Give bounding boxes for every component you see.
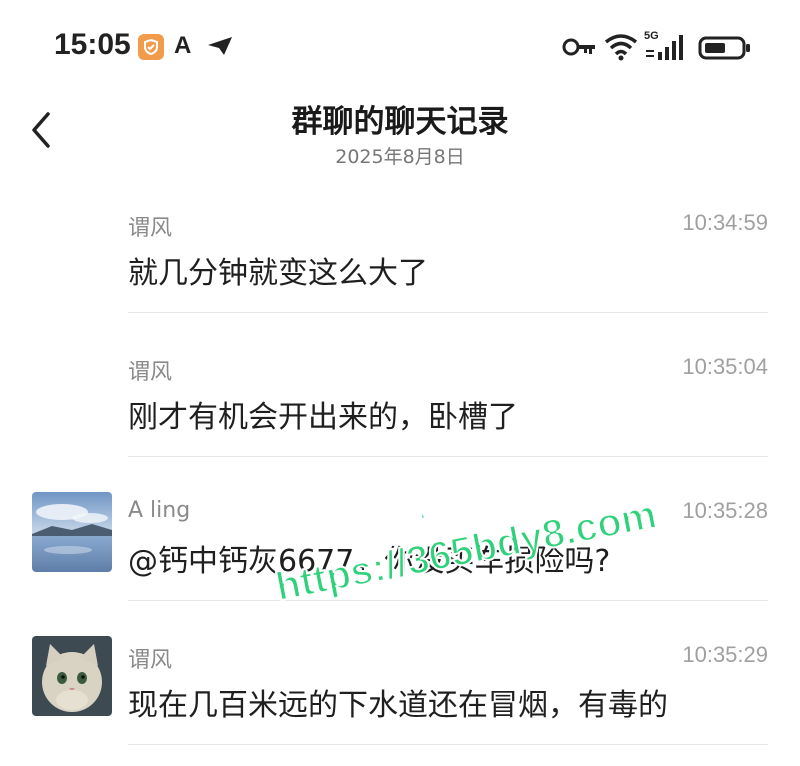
divider (128, 456, 768, 457)
orange-shield-icon (138, 34, 164, 60)
message-text: 现在几百米远的下水道还在冒烟，有毒的 (128, 688, 668, 723)
send-icon (206, 35, 234, 61)
battery-icon (698, 36, 752, 64)
page-subtitle: 2025年8月8日 (335, 146, 465, 168)
message-text: 就几分钟就变这么大了 (128, 256, 428, 291)
message-item[interactable]: A ling 10:35:28 @钙中钙灰6677，你没买车损险吗? (0, 478, 800, 622)
message-sender: 谓风 (128, 216, 173, 241)
message-list[interactable]: 谓风 10:34:59 就几分钟就变这么大了 谓风 10:35:04 刚才有机会… (0, 190, 800, 766)
wifi-icon (604, 32, 638, 66)
message-sender: 谓风 (128, 360, 173, 385)
message-time: 10:34:59 (682, 210, 768, 235)
message-text: 刚才有机会开出来的，卧槽了 (128, 400, 518, 435)
message-item[interactable]: 谓风 10:35:04 刚才有机会开出来的，卧槽了 (0, 334, 800, 478)
message-text: @钙中钙灰6677，你没买车损险吗? (128, 544, 611, 579)
message-item[interactable]: 谓风 10:34:59 就几分钟就变这么大了 (0, 190, 800, 334)
lake-landscape-avatar[interactable] (32, 492, 112, 572)
message-time: 10:35:28 (682, 498, 768, 523)
status-bar: 15:05 A 5G (0, 0, 800, 92)
divider (128, 312, 768, 313)
status-time: 15:05 (54, 28, 131, 61)
divider (128, 600, 768, 601)
signal-icon (642, 30, 690, 66)
cat-avatar[interactable] (32, 636, 112, 716)
page-title: 群聊的聊天记录 (291, 104, 509, 140)
message-sender: 谓风 (128, 648, 173, 673)
key-icon (562, 36, 596, 62)
divider (128, 744, 768, 745)
message-sender: A ling (128, 498, 191, 523)
message-time: 10:35:04 (682, 354, 768, 379)
a-notification-icon: A (174, 32, 192, 59)
message-item[interactable]: 谓风 10:35:29 现在几百米远的下水道还在冒烟，有毒的 (0, 622, 800, 766)
message-time: 10:35:29 (682, 642, 768, 667)
